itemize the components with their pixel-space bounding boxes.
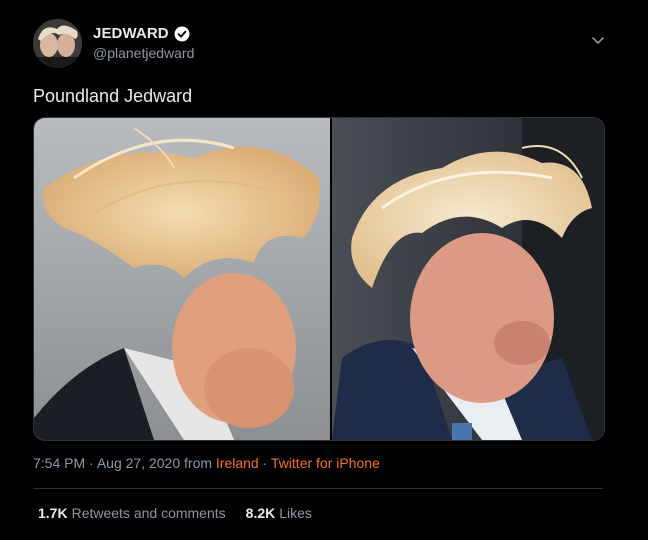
- tweet-time[interactable]: 7:54 PM: [33, 455, 85, 471]
- divider: [33, 488, 603, 489]
- user-handle[interactable]: @planetjedward: [93, 45, 194, 61]
- meta-separator: ·: [89, 455, 94, 471]
- avatar-image: [33, 19, 82, 68]
- photo-left[interactable]: [34, 118, 330, 440]
- display-name[interactable]: JEDWARD: [93, 25, 169, 42]
- tweet-header: JEDWARD @planetjedward: [33, 19, 613, 69]
- retweets-count: 1.7K: [38, 505, 68, 521]
- retweets-stat[interactable]: 1.7K Retweets and comments: [38, 505, 226, 521]
- tweet-meta: 7:54 PM · Aug 27, 2020 from Ireland · Tw…: [33, 455, 380, 471]
- likes-label: Likes: [279, 505, 312, 521]
- tweet-media[interactable]: [33, 117, 605, 441]
- photo-right[interactable]: [332, 118, 604, 440]
- likes-stat[interactable]: 8.2K Likes: [246, 505, 312, 521]
- tweet: JEDWARD @planetjedward Poundland Jedward: [0, 0, 648, 540]
- verified-badge-icon: [174, 26, 190, 41]
- meta-separator: ·: [262, 455, 268, 471]
- tweet-text: Poundland Jedward: [33, 86, 193, 106]
- retweets-label: Retweets and comments: [71, 505, 226, 521]
- avatar[interactable]: [33, 19, 82, 68]
- location-link[interactable]: Ireland: [216, 455, 259, 471]
- name-row: JEDWARD: [93, 25, 190, 42]
- tweet-date[interactable]: Aug 27, 2020: [97, 455, 180, 471]
- tweet-stats: 1.7K Retweets and comments 8.2K Likes: [38, 505, 312, 521]
- likes-count: 8.2K: [245, 505, 276, 521]
- from-label: from: [184, 455, 213, 471]
- chevron-down-icon[interactable]: [591, 36, 605, 46]
- source-link[interactable]: Twitter for iPhone: [271, 455, 380, 471]
